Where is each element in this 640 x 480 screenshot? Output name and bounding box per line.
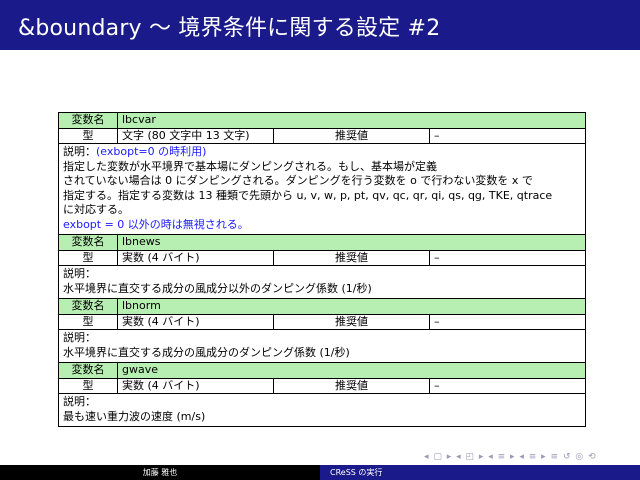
table-row: 変数名 lbnews <box>58 234 586 251</box>
desc-line: 最も速い重力波の速度 (m/s) <box>63 409 206 423</box>
desc-line: 水平境界に直交する成分の風成分のダンピング係数 (1/秒) <box>63 345 350 359</box>
default-label: 推奨値 <box>273 127 430 144</box>
table-row: 型 実数 (4 バイト) 推奨値 – <box>58 377 586 394</box>
desc-note: exbopt = 0 以外の時は無視される。 <box>63 217 249 231</box>
default-value: – <box>429 249 586 266</box>
description-cell: 説明： 最も速い重力波の速度 (m/s) <box>58 393 586 427</box>
parameter-table: 変数名 lbcvar 型 文字 (80 文字中 13 文字) 推奨値 – 説明：… <box>58 112 586 427</box>
desc-condition-suffix: の時利用) <box>154 145 207 158</box>
slide-title-bar: &boundary 〜 境界条件に関する設定 #2 <box>0 0 640 50</box>
desc-label: 説明： <box>63 145 96 158</box>
type-label: 型 <box>58 313 118 330</box>
var-name-label: 変数名 <box>58 112 118 129</box>
table-row: 説明： 水平境界に直交する成分の風成分以外のダンピング係数 (1/秒) <box>58 265 586 299</box>
desc-line: されていない場合は 0 にダンピングされる。ダンピングを行う変数を o で行わな… <box>63 174 533 187</box>
desc-label: 説明： <box>63 395 96 408</box>
slide-footer: 加藤 雅也 CReSS の実行 <box>0 465 640 480</box>
default-label: 推奨値 <box>273 249 430 266</box>
table-row: 型 実数 (4 バイト) 推奨値 – <box>58 313 586 330</box>
table-row: 変数名 gwave <box>58 362 586 379</box>
default-value: – <box>429 377 586 394</box>
description-cell: 説明： 水平境界に直交する成分の風成分以外のダンピング係数 (1/秒) <box>58 265 586 299</box>
slide-title: &boundary 〜 境界条件に関する設定 #2 <box>18 16 441 41</box>
type-label: 型 <box>58 377 118 394</box>
default-value: – <box>429 127 586 144</box>
var-name-label: 変数名 <box>58 298 118 315</box>
beamer-navigation-icons[interactable]: ◂ ▢ ▸ ◂ ◰ ▸ ◂ ≡ ▸ ◂ ≡ ▸ ≡ ↺ ◎ ⟲ <box>424 452 597 462</box>
table-row: 型 文字 (80 文字中 13 文字) 推奨値 – <box>58 127 586 144</box>
type-value: 実数 (4 バイト) <box>117 377 274 394</box>
default-label: 推奨値 <box>273 377 430 394</box>
footer-author: 加藤 雅也 <box>0 465 320 480</box>
footer-section: CReSS の実行 <box>320 465 640 480</box>
desc-line: 指定する。指定する変数は 13 種類で先頭から u, v, w, p, pt, … <box>63 188 553 202</box>
desc-line: 指定した変数が水平境界で基本場にダンピングされる。もし、基本場が定義 <box>63 159 437 173</box>
description-cell: 説明：(exbopt=0 の時利用) 指定した変数が水平境界で基本場にダンピング… <box>58 143 586 235</box>
table-row: 型 実数 (4 バイト) 推奨値 – <box>58 249 586 266</box>
desc-label: 説明： <box>63 267 96 280</box>
type-value: 実数 (4 バイト) <box>117 313 274 330</box>
table-row: 変数名 lbcvar <box>58 112 586 129</box>
type-value: 文字 (80 文字中 13 文字) <box>117 127 274 144</box>
var-name-label: 変数名 <box>58 234 118 251</box>
table-row: 説明： 水平境界に直交する成分の風成分のダンピング係数 (1/秒) <box>58 329 586 363</box>
footer-section-label: CReSS の実行 <box>330 468 383 477</box>
table-row: 説明：(exbopt=0 の時利用) 指定した変数が水平境界で基本場にダンピング… <box>58 143 586 235</box>
var-name-value: lbnews <box>117 234 586 251</box>
desc-line: 水平境界に直交する成分の風成分以外のダンピング係数 (1/秒) <box>63 281 372 295</box>
table-row: 変数名 lbnorm <box>58 298 586 315</box>
table-row: 説明： 最も速い重力波の速度 (m/s) <box>58 393 586 427</box>
var-name-label: 変数名 <box>58 362 118 379</box>
type-label: 型 <box>58 127 118 144</box>
description-cell: 説明： 水平境界に直交する成分の風成分のダンピング係数 (1/秒) <box>58 329 586 363</box>
type-value: 実数 (4 バイト) <box>117 249 274 266</box>
var-name-value: lbnorm <box>117 298 586 315</box>
var-name-value: gwave <box>117 362 586 379</box>
type-label: 型 <box>58 249 118 266</box>
default-label: 推奨値 <box>273 313 430 330</box>
desc-line: に対応する。 <box>63 203 129 216</box>
desc-label: 説明： <box>63 331 96 344</box>
default-value: – <box>429 313 586 330</box>
desc-condition: (exbopt=0 <box>96 145 155 158</box>
var-name-value: lbcvar <box>117 112 586 129</box>
